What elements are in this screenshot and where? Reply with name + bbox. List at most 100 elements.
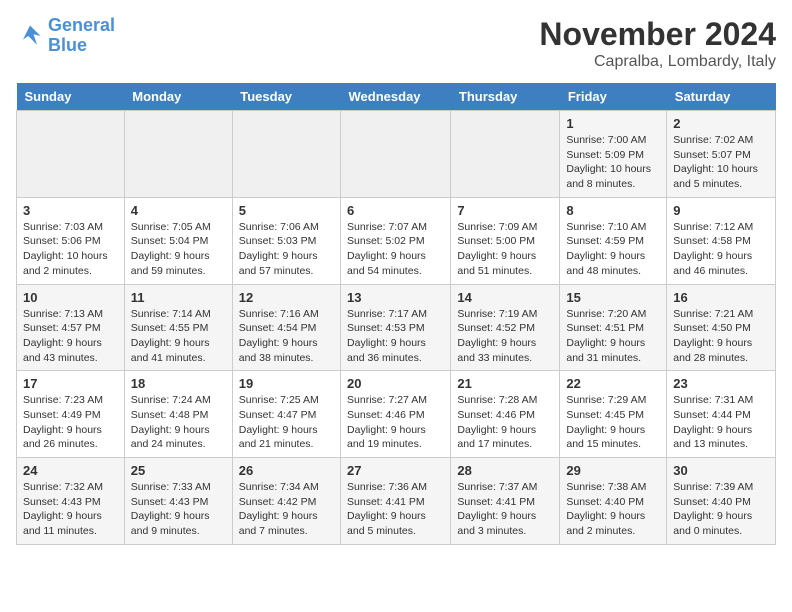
calendar-week-row: 17 Sunrise: 7:23 AM Sunset: 4:49 PM Dayli… (17, 371, 776, 458)
calendar-cell: 16 Sunrise: 7:21 AM Sunset: 4:50 PM Dayli… (667, 284, 776, 371)
calendar-cell: 15Sunrise: 7:20 AM Sunset: 4:51 PM Dayli… (560, 284, 667, 371)
calendar-cell (124, 111, 232, 198)
calendar-cell: 23 Sunrise: 7:31 AM Sunset: 4:44 PM Dayli… (667, 371, 776, 458)
day-info: Sunrise: 7:23 AM Sunset: 4:49 PM Dayligh… (23, 393, 118, 452)
day-info: Sunrise: 7:27 AM Sunset: 4:46 PM Dayligh… (347, 393, 444, 452)
day-info: Sunrise: 7:38 AM Sunset: 4:40 PM Dayligh… (566, 480, 660, 539)
day-number: 25 (131, 463, 226, 478)
logo-icon (16, 22, 44, 50)
day-info: Sunrise: 7:09 AM Sunset: 5:00 PM Dayligh… (457, 220, 553, 279)
calendar-cell: 17 Sunrise: 7:23 AM Sunset: 4:49 PM Dayli… (17, 371, 125, 458)
header-row: SundayMondayTuesdayWednesdayThursdayFrid… (17, 83, 776, 111)
calendar-cell: 14 Sunrise: 7:19 AM Sunset: 4:52 PM Dayli… (451, 284, 560, 371)
day-of-week-header: Thursday (451, 83, 560, 111)
calendar-cell: 8 Sunrise: 7:10 AM Sunset: 4:59 PM Daylig… (560, 197, 667, 284)
day-number: 8 (566, 203, 660, 218)
day-number: 27 (347, 463, 444, 478)
day-info: Sunrise: 7:25 AM Sunset: 4:47 PM Dayligh… (239, 393, 334, 452)
calendar-cell: 24 Sunrise: 7:32 AM Sunset: 4:43 PM Dayli… (17, 458, 125, 545)
calendar-cell: 7 Sunrise: 7:09 AM Sunset: 5:00 PM Daylig… (451, 197, 560, 284)
day-info: Sunrise: 7:28 AM Sunset: 4:46 PM Dayligh… (457, 393, 553, 452)
day-number: 14 (457, 290, 553, 305)
day-number: 19 (239, 376, 334, 391)
calendar-table: SundayMondayTuesdayWednesdayThursdayFrid… (16, 83, 776, 545)
logo: General Blue (16, 16, 115, 56)
day-number: 4 (131, 203, 226, 218)
page-header: General Blue November 2024 Capralba, Lom… (16, 16, 776, 71)
day-of-week-header: Wednesday (341, 83, 451, 111)
calendar-cell: 3Sunrise: 7:03 AM Sunset: 5:06 PM Daylig… (17, 197, 125, 284)
day-number: 30 (673, 463, 769, 478)
day-info: Sunrise: 7:37 AM Sunset: 4:41 PM Dayligh… (457, 480, 553, 539)
day-info: Sunrise: 7:39 AM Sunset: 4:40 PM Dayligh… (673, 480, 769, 539)
day-info: Sunrise: 7:03 AM Sunset: 5:06 PM Dayligh… (23, 220, 118, 279)
day-info: Sunrise: 7:12 AM Sunset: 4:58 PM Dayligh… (673, 220, 769, 279)
calendar-cell: 22 Sunrise: 7:29 AM Sunset: 4:45 PM Dayli… (560, 371, 667, 458)
calendar-week-row: 3Sunrise: 7:03 AM Sunset: 5:06 PM Daylig… (17, 197, 776, 284)
calendar-cell: 26 Sunrise: 7:34 AM Sunset: 4:42 PM Dayli… (232, 458, 340, 545)
day-of-week-header: Sunday (17, 83, 125, 111)
day-of-week-header: Friday (560, 83, 667, 111)
calendar-cell: 12 Sunrise: 7:16 AM Sunset: 4:54 PM Dayli… (232, 284, 340, 371)
calendar-cell (451, 111, 560, 198)
calendar-cell: 25 Sunrise: 7:33 AM Sunset: 4:43 PM Dayli… (124, 458, 232, 545)
day-number: 2 (673, 116, 769, 131)
day-info: Sunrise: 7:00 AM Sunset: 5:09 PM Dayligh… (566, 133, 660, 192)
day-info: Sunrise: 7:17 AM Sunset: 4:53 PM Dayligh… (347, 307, 444, 366)
calendar-week-row: 1Sunrise: 7:00 AM Sunset: 5:09 PM Daylig… (17, 111, 776, 198)
day-number: 7 (457, 203, 553, 218)
day-of-week-header: Monday (124, 83, 232, 111)
day-of-week-header: Saturday (667, 83, 776, 111)
calendar-cell (232, 111, 340, 198)
day-number: 28 (457, 463, 553, 478)
day-info: Sunrise: 7:34 AM Sunset: 4:42 PM Dayligh… (239, 480, 334, 539)
day-of-week-header: Tuesday (232, 83, 340, 111)
title-block: November 2024 Capralba, Lombardy, Italy (539, 16, 776, 71)
day-info: Sunrise: 7:21 AM Sunset: 4:50 PM Dayligh… (673, 307, 769, 366)
calendar-cell: 20Sunrise: 7:27 AM Sunset: 4:46 PM Dayli… (341, 371, 451, 458)
day-info: Sunrise: 7:29 AM Sunset: 4:45 PM Dayligh… (566, 393, 660, 452)
calendar-cell: 27 Sunrise: 7:36 AM Sunset: 4:41 PM Dayli… (341, 458, 451, 545)
day-number: 26 (239, 463, 334, 478)
day-number: 23 (673, 376, 769, 391)
day-number: 11 (131, 290, 226, 305)
calendar-cell: 30 Sunrise: 7:39 AM Sunset: 4:40 PM Dayli… (667, 458, 776, 545)
day-info: Sunrise: 7:16 AM Sunset: 4:54 PM Dayligh… (239, 307, 334, 366)
day-number: 17 (23, 376, 118, 391)
day-number: 18 (131, 376, 226, 391)
calendar-cell: 2 Sunrise: 7:02 AM Sunset: 5:07 PM Daylig… (667, 111, 776, 198)
day-number: 6 (347, 203, 444, 218)
logo-text: General Blue (48, 16, 115, 56)
calendar-cell: 5 Sunrise: 7:06 AM Sunset: 5:03 PM Daylig… (232, 197, 340, 284)
calendar-week-row: 24 Sunrise: 7:32 AM Sunset: 4:43 PM Dayli… (17, 458, 776, 545)
day-info: Sunrise: 7:36 AM Sunset: 4:41 PM Dayligh… (347, 480, 444, 539)
calendar-cell (341, 111, 451, 198)
day-number: 24 (23, 463, 118, 478)
day-info: Sunrise: 7:31 AM Sunset: 4:44 PM Dayligh… (673, 393, 769, 452)
day-number: 13 (347, 290, 444, 305)
calendar-cell: 13 Sunrise: 7:17 AM Sunset: 4:53 PM Dayli… (341, 284, 451, 371)
day-info: Sunrise: 7:05 AM Sunset: 5:04 PM Dayligh… (131, 220, 226, 279)
day-number: 16 (673, 290, 769, 305)
day-info: Sunrise: 7:02 AM Sunset: 5:07 PM Dayligh… (673, 133, 769, 192)
day-number: 12 (239, 290, 334, 305)
day-info: Sunrise: 7:13 AM Sunset: 4:57 PM Dayligh… (23, 307, 118, 366)
day-info: Sunrise: 7:06 AM Sunset: 5:03 PM Dayligh… (239, 220, 334, 279)
day-number: 10 (23, 290, 118, 305)
calendar-header: SundayMondayTuesdayWednesdayThursdayFrid… (17, 83, 776, 111)
calendar-cell (17, 111, 125, 198)
calendar-cell: 1Sunrise: 7:00 AM Sunset: 5:09 PM Daylig… (560, 111, 667, 198)
day-info: Sunrise: 7:32 AM Sunset: 4:43 PM Dayligh… (23, 480, 118, 539)
calendar-cell: 21 Sunrise: 7:28 AM Sunset: 4:46 PM Dayli… (451, 371, 560, 458)
day-number: 5 (239, 203, 334, 218)
day-number: 21 (457, 376, 553, 391)
calendar-week-row: 10 Sunrise: 7:13 AM Sunset: 4:57 PM Dayli… (17, 284, 776, 371)
calendar-cell: 9 Sunrise: 7:12 AM Sunset: 4:58 PM Daylig… (667, 197, 776, 284)
calendar-cell: 19 Sunrise: 7:25 AM Sunset: 4:47 PM Dayli… (232, 371, 340, 458)
day-number: 9 (673, 203, 769, 218)
day-info: Sunrise: 7:33 AM Sunset: 4:43 PM Dayligh… (131, 480, 226, 539)
calendar-cell: 10 Sunrise: 7:13 AM Sunset: 4:57 PM Dayli… (17, 284, 125, 371)
day-info: Sunrise: 7:10 AM Sunset: 4:59 PM Dayligh… (566, 220, 660, 279)
day-info: Sunrise: 7:19 AM Sunset: 4:52 PM Dayligh… (457, 307, 553, 366)
day-number: 22 (566, 376, 660, 391)
